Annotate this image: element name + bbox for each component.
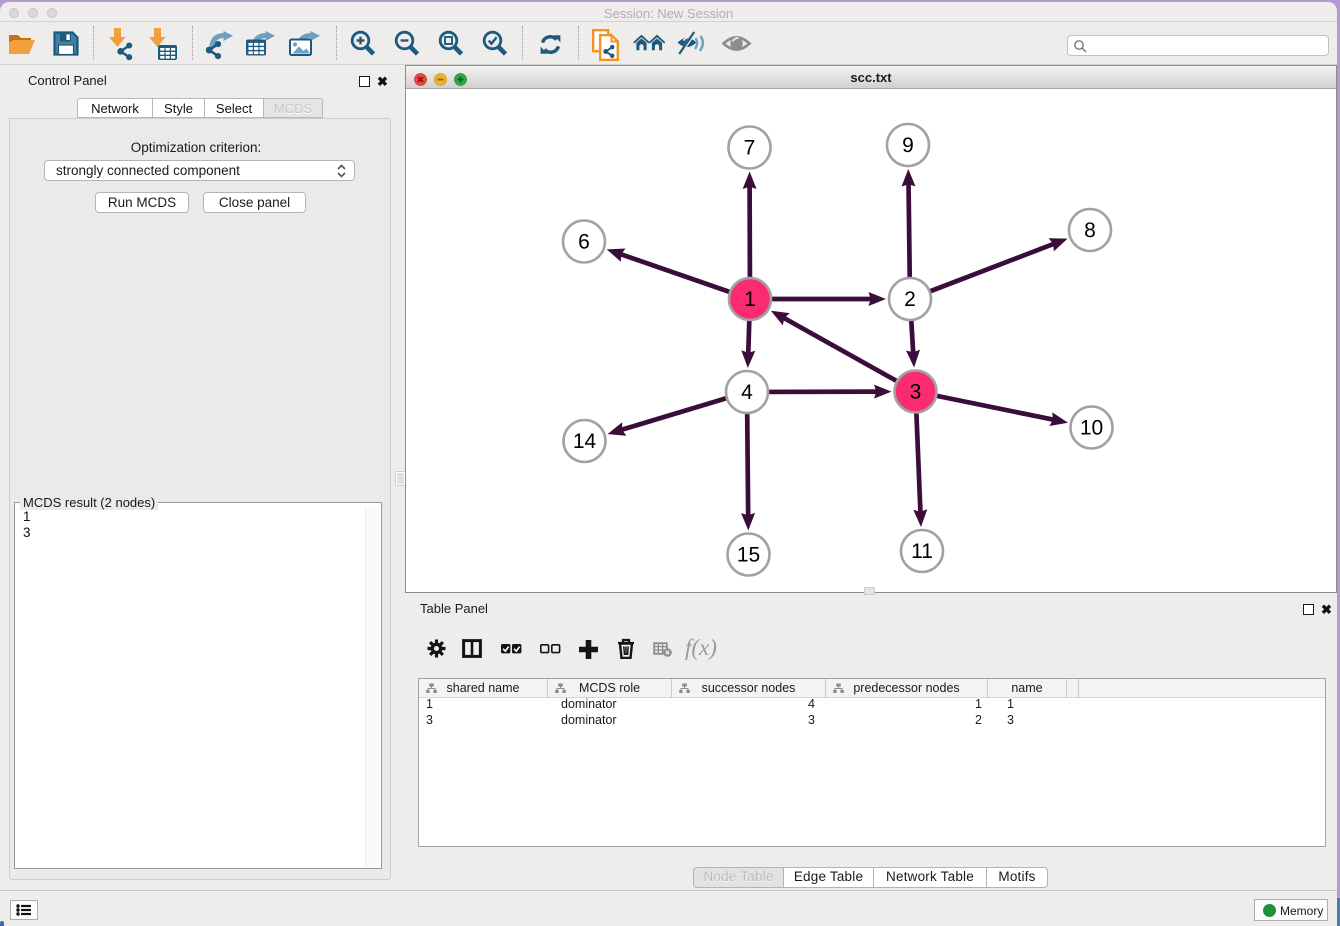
- svg-text:3: 3: [910, 381, 922, 404]
- svg-text:8: 8: [1084, 219, 1096, 242]
- svg-text:11: 11: [911, 540, 933, 563]
- svg-text:6: 6: [578, 231, 590, 254]
- svg-text:4: 4: [741, 381, 753, 404]
- svg-text:15: 15: [737, 544, 760, 567]
- svg-text:7: 7: [744, 137, 756, 160]
- svg-text:10: 10: [1080, 417, 1103, 440]
- svg-text:1: 1: [744, 288, 756, 311]
- svg-text:9: 9: [902, 134, 914, 157]
- svg-text:2: 2: [904, 288, 916, 311]
- svg-text:14: 14: [573, 430, 597, 453]
